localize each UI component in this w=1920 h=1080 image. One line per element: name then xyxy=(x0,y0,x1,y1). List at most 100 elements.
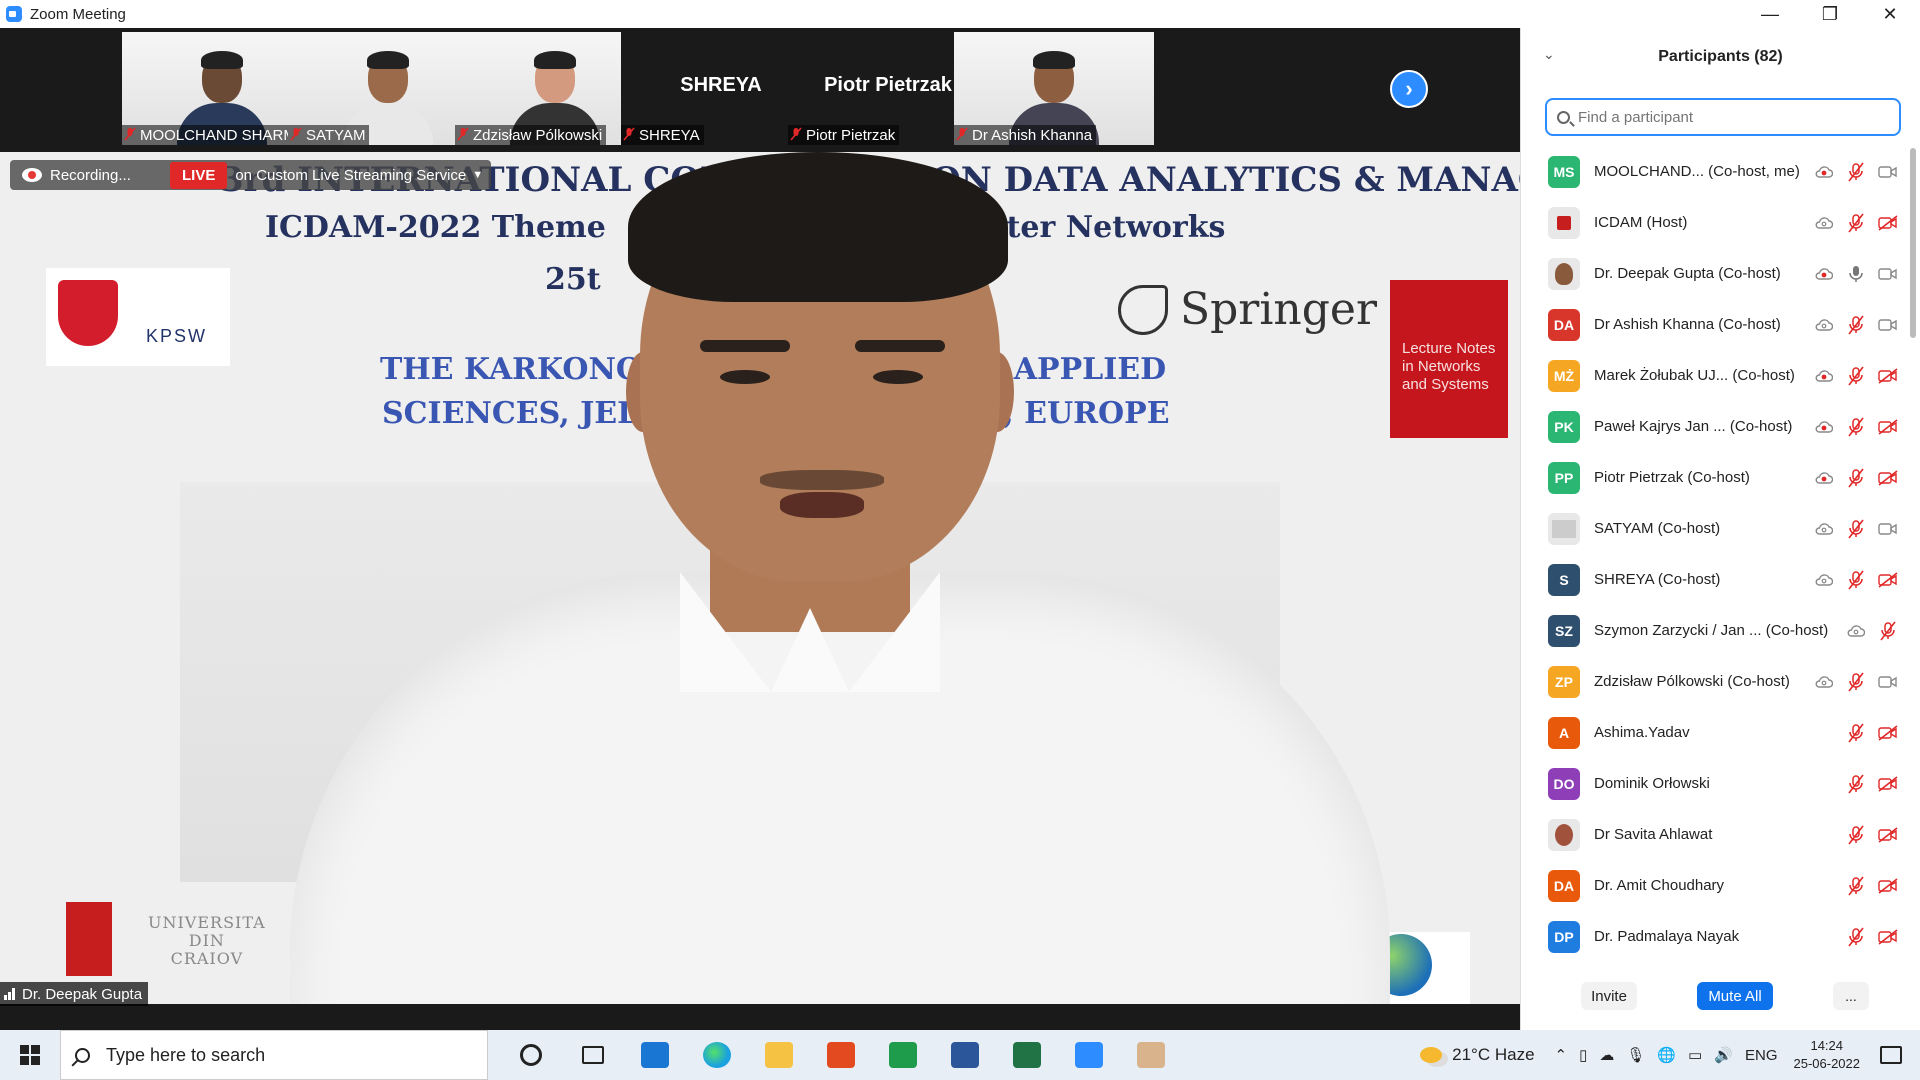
microphone-muted-icon[interactable] xyxy=(1845,672,1867,692)
chevron-up-icon[interactable]: ⌃ xyxy=(1555,1046,1568,1064)
participant-row[interactable]: MŻ Marek Żołubak UJ... (Co-host) xyxy=(1521,350,1909,401)
participant-row[interactable]: PK Paweł Kajrys Jan ... (Co-host) xyxy=(1521,401,1909,452)
participants-scrollbar[interactable] xyxy=(1910,148,1916,338)
microphone-muted-icon[interactable] xyxy=(1845,774,1867,794)
mail-taskbar-icon[interactable] xyxy=(624,1030,686,1080)
video-camera-off-icon[interactable] xyxy=(1877,570,1899,590)
microphone-muted-icon[interactable] xyxy=(1877,621,1899,641)
participants-panel: ⌄ Participants (82) MS MOOLCHAND... (Co-h… xyxy=(1520,28,1920,1030)
video-camera-off-icon[interactable] xyxy=(1877,417,1899,437)
microphone-muted-icon[interactable] xyxy=(1845,876,1867,896)
microphone-muted-icon[interactable] xyxy=(1845,570,1867,590)
chat-taskbar-icon[interactable] xyxy=(872,1030,934,1080)
video-camera-off-icon[interactable] xyxy=(1877,927,1899,947)
video-camera-icon[interactable] xyxy=(1877,264,1899,284)
microphone-muted-icon[interactable] xyxy=(1845,213,1867,233)
notification-icon[interactable] xyxy=(1880,1046,1902,1064)
microphone-muted-icon[interactable] xyxy=(1845,519,1867,539)
edge-taskbar-icon[interactable] xyxy=(686,1030,748,1080)
device-icon[interactable]: ▯ xyxy=(1579,1046,1587,1064)
microphone-muted-icon[interactable] xyxy=(1845,315,1867,335)
cortana-taskbar-icon[interactable] xyxy=(500,1030,562,1080)
participant-name: Dominik Orłowski xyxy=(1594,775,1710,792)
participant-status-icons xyxy=(1835,860,1899,911)
microphone-muted-icon[interactable] xyxy=(1845,927,1867,947)
live-badge[interactable]: LIVE xyxy=(170,161,228,189)
participant-row[interactable]: Dr. Deepak Gupta (Co-host) xyxy=(1521,248,1909,299)
file-explorer-taskbar-icon[interactable] xyxy=(748,1030,810,1080)
microphone-muted-icon[interactable] xyxy=(1845,417,1867,437)
video-camera-icon[interactable] xyxy=(1877,162,1899,182)
participant-row[interactable]: Dr Savita Ahlawat xyxy=(1521,809,1909,860)
speaker-hair xyxy=(628,152,1008,302)
zoom-taskbar-icon[interactable] xyxy=(1058,1030,1120,1080)
start-button[interactable] xyxy=(0,1030,60,1080)
participant-row[interactable]: DA Dr Ashish Khanna (Co-host) xyxy=(1521,299,1909,350)
mic-muted-icon xyxy=(790,126,802,144)
video-camera-icon[interactable] xyxy=(1877,315,1899,335)
microphone-muted-icon[interactable] xyxy=(1845,366,1867,386)
participant-status-icons xyxy=(1803,146,1899,197)
participant-row[interactable]: SATYAM (Co-host) xyxy=(1521,503,1909,554)
video-camera-icon[interactable] xyxy=(1877,519,1899,539)
video-camera-off-icon[interactable] xyxy=(1877,468,1899,488)
video-camera-off-icon[interactable] xyxy=(1877,876,1899,896)
participant-row[interactable]: A Ashima.Yadav xyxy=(1521,707,1909,758)
language-indicator[interactable]: ENG xyxy=(1745,1047,1778,1064)
microphone-icon[interactable]: 🎙 xyxy=(1626,1046,1645,1064)
more-options-button[interactable]: ... xyxy=(1833,982,1869,1010)
video-camera-icon[interactable] xyxy=(1877,672,1899,692)
active-speaker-video[interactable]: 3rd INTERNATIONAL CONFERENCE ON DATA ANA… xyxy=(0,152,1520,1004)
participant-status-icons xyxy=(1803,554,1899,605)
participant-row[interactable]: S SHREYA (Co-host) xyxy=(1521,554,1909,605)
microphone-muted-icon[interactable] xyxy=(1845,468,1867,488)
mute-all-button[interactable]: Mute All xyxy=(1697,982,1773,1010)
participant-name: Dr Savita Ahlawat xyxy=(1594,826,1713,843)
next-page-button[interactable]: › xyxy=(1390,70,1428,108)
word-icon xyxy=(951,1042,979,1068)
chevron-down-icon[interactable]: ⌄ xyxy=(1543,46,1555,63)
participant-row[interactable]: SZ Szymon Zarzycki / Jan ... (Co-host) xyxy=(1521,605,1909,656)
participant-row[interactable]: DO Dominik Orłowski xyxy=(1521,758,1909,809)
participant-row[interactable]: DP Dr. Padmalaya Nayak xyxy=(1521,911,1909,962)
participant-row[interactable]: PP Piotr Pietrzak (Co-host) xyxy=(1521,452,1909,503)
chevron-down-icon[interactable]: ▼ xyxy=(472,169,483,181)
clock[interactable]: 14:24 25-06-2022 xyxy=(1794,1037,1861,1073)
taskbar-search[interactable]: Type here to search xyxy=(60,1030,488,1080)
invite-button[interactable]: Invite xyxy=(1581,982,1637,1010)
microphone-muted-icon[interactable] xyxy=(1845,162,1867,182)
participant-thumbnail[interactable]: Dr Ashish Khanna xyxy=(954,32,1154,145)
participant-row[interactable]: ZP Zdzisław Pólkowski (Co-host) xyxy=(1521,656,1909,707)
network-globe-icon[interactable]: 🌐 xyxy=(1657,1046,1676,1064)
weather-widget[interactable]: 21°C Haze xyxy=(1420,1045,1535,1065)
microphone-muted-icon[interactable] xyxy=(1845,723,1867,743)
video-camera-off-icon[interactable] xyxy=(1877,213,1899,233)
cloud-icon[interactable]: ☁ xyxy=(1599,1046,1614,1064)
participant-row[interactable]: MS MOOLCHAND... (Co-host, me) xyxy=(1521,146,1909,197)
task-view-taskbar-icon[interactable] xyxy=(562,1030,624,1080)
participant-status-icons xyxy=(1835,809,1899,860)
video-camera-off-icon[interactable] xyxy=(1877,774,1899,794)
paint-taskbar-icon[interactable] xyxy=(1120,1030,1182,1080)
paint-icon xyxy=(1137,1042,1165,1068)
microphone-icon[interactable] xyxy=(1845,264,1867,284)
volume-icon[interactable]: 🔊 xyxy=(1714,1046,1733,1064)
close-button[interactable]: ✕ xyxy=(1860,0,1920,28)
mic-muted-icon xyxy=(457,126,469,144)
microphone-muted-icon[interactable] xyxy=(1845,825,1867,845)
video-camera-off-icon[interactable] xyxy=(1877,723,1899,743)
recording-indicator[interactable]: Recording... LIVE on Custom Live Streami… xyxy=(10,160,492,190)
minimize-button[interactable]: — xyxy=(1740,0,1800,28)
speaker-mustache xyxy=(760,470,884,490)
excel-taskbar-icon[interactable] xyxy=(996,1030,1058,1080)
video-camera-off-icon[interactable] xyxy=(1877,366,1899,386)
video-camera-off-icon[interactable] xyxy=(1877,825,1899,845)
word-taskbar-icon[interactable] xyxy=(934,1030,996,1080)
participant-search[interactable] xyxy=(1545,98,1901,136)
participant-row[interactable]: ICDAM (Host) xyxy=(1521,197,1909,248)
participant-row[interactable]: DA Dr. Amit Choudhary xyxy=(1521,860,1909,911)
participant-search-input[interactable] xyxy=(1578,108,1878,126)
restore-button[interactable]: ❐ xyxy=(1800,0,1860,28)
battery-icon[interactable]: ▭ xyxy=(1688,1046,1702,1064)
office-taskbar-icon[interactable] xyxy=(810,1030,872,1080)
